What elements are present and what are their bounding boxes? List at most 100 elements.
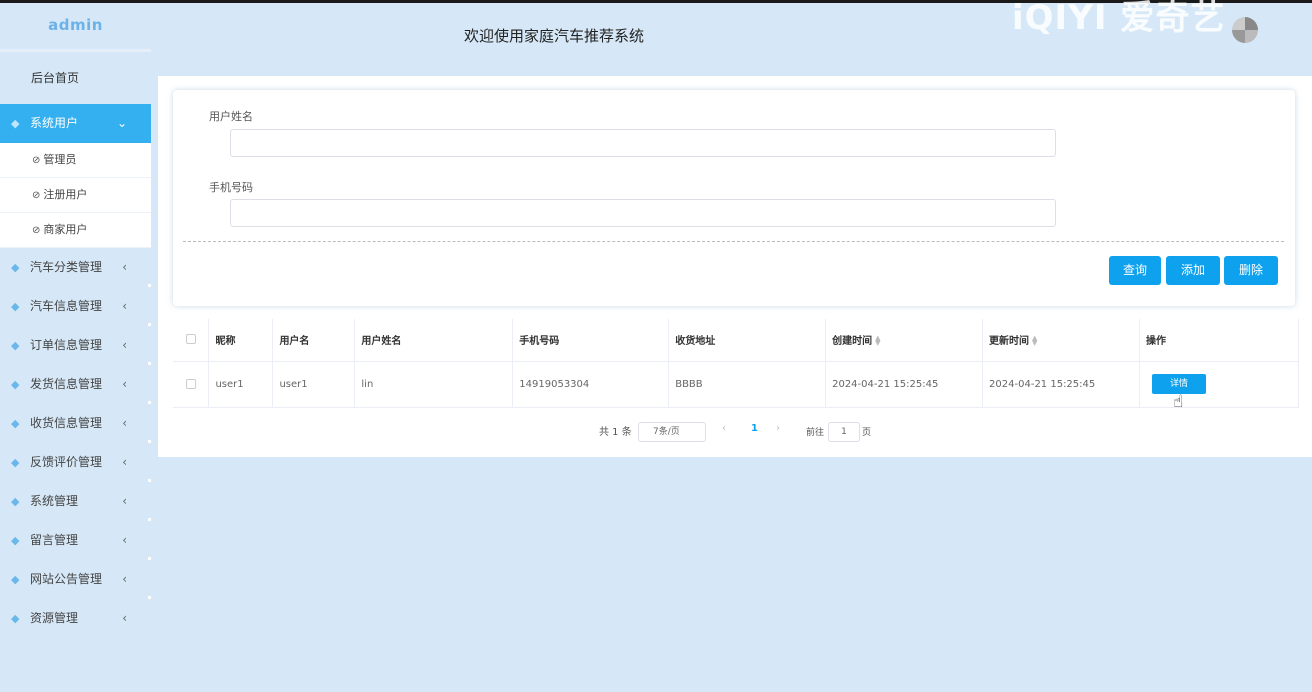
goto-label: 前往 [806, 428, 825, 438]
chevron-left-icon: ‹ [122, 338, 127, 352]
column-header-created[interactable]: 创建时间 ▲ ▼ [825, 319, 984, 362]
diamond-icon: ◆ [11, 261, 20, 274]
sidebar-item-system-users[interactable]: ◆ 系统用户 ⌄ [0, 104, 151, 143]
detail-button[interactable]: 详情 [1152, 374, 1206, 394]
sidebar-item-label: 发货信息管理 [30, 377, 103, 391]
chevron-left-icon: ‹ [122, 533, 127, 547]
sidebar: admin 后台首页 ◆ 系统用户 ⌄ ⊘ 管理员 ⊘ 注册用户 ⊘ 商家用户 ◆ 汽… [0, 3, 151, 692]
sidebar-item-label: 汽车分类管理 [30, 260, 103, 274]
query-button[interactable]: 查询 [1109, 256, 1161, 285]
sidebar-item-label: 系统管理 [30, 494, 79, 508]
phone-field-label: 手机号码 [209, 181, 253, 194]
sidebar-item-shipping-info[interactable]: ◆ 发货信息管理 ‹ [0, 365, 151, 404]
phone-search-input[interactable] [230, 199, 1056, 227]
sidebar-subitem-merchant-users[interactable]: ⊘ 商家用户 [0, 213, 151, 248]
chevron-down-icon: ⌄ [116, 116, 127, 130]
sidebar-item-label: 收货信息管理 [30, 416, 103, 430]
sidebar-item-car-info[interactable]: ◆ 汽车信息管理 ‹ [0, 287, 151, 326]
sidebar-item-label: 系统用户 [30, 116, 79, 130]
cell-address: BBBB [668, 361, 827, 408]
column-header-label: 更新时间 [989, 336, 1030, 348]
cell-created: 2024-04-21 15:25:45 [825, 361, 984, 408]
add-button[interactable]: 添加 [1166, 256, 1220, 285]
sidebar-item-order-info[interactable]: ◆ 订单信息管理 ‹ [0, 326, 151, 365]
sidebar-item-label: 留言管理 [30, 533, 79, 547]
chevron-left-icon: ‹ [122, 416, 127, 430]
diamond-icon: ◆ [11, 456, 20, 469]
check-circle-icon: ⊘ [32, 225, 41, 236]
next-page-icon[interactable]: › [776, 423, 780, 434]
loading-spinner-icon [1232, 17, 1258, 43]
table-row: user1 user1 lin 14919053304 BBBB 2024-04… [173, 361, 1299, 408]
sidebar-item-announcements[interactable]: ◆ 网站公告管理 ‹ [0, 560, 151, 599]
column-header-updated[interactable]: 更新时间 ▲ ▼ [982, 319, 1140, 362]
prev-page-icon[interactable]: ‹ [722, 423, 726, 434]
diamond-icon: ◆ [11, 534, 20, 547]
sidebar-subitem-label: 注册用户 [43, 188, 88, 201]
diamond-icon: ◆ [11, 417, 20, 430]
page-number-current[interactable]: 1 [751, 423, 758, 434]
sort-icon[interactable]: ▲ ▼ [1032, 335, 1037, 347]
sidebar-item-system[interactable]: ◆ 系统管理 ‹ [0, 482, 151, 521]
chevron-left-icon: ‹ [122, 611, 127, 625]
cell-nickname: user1 [208, 361, 274, 408]
pagination-total: 共 1 条 [599, 427, 632, 438]
form-divider [183, 241, 1284, 242]
sidebar-item-label: 订单信息管理 [30, 338, 103, 352]
sidebar-item-resources[interactable]: ◆ 资源管理 ‹ [0, 599, 151, 638]
diamond-icon: ◆ [11, 117, 20, 130]
chevron-left-icon: ‹ [122, 260, 127, 274]
sidebar-item-receiving-info[interactable]: ◆ 收货信息管理 ‹ [0, 404, 151, 443]
sidebar-item-messages[interactable]: ◆ 留言管理 ‹ [0, 521, 151, 560]
cell-phone: 14919053304 [512, 361, 670, 408]
video-watermark: iQIYI 爱奇艺 [1012, 0, 1226, 38]
sort-icon[interactable]: ▲ ▼ [875, 335, 880, 347]
row-checkbox[interactable] [185, 378, 196, 389]
check-circle-icon: ⊘ [32, 190, 41, 201]
row-select-cell [173, 361, 210, 408]
chevron-left-icon: ‹ [122, 572, 127, 586]
select-all-cell [173, 319, 210, 362]
column-header-nickname: 昵称 [208, 319, 274, 362]
chevron-left-icon: ‹ [122, 299, 127, 313]
column-header-phone: 手机号码 [512, 319, 670, 362]
hand-cursor-icon: ☝ [1173, 392, 1184, 412]
diamond-icon: ◆ [11, 378, 20, 391]
delete-button[interactable]: 删除 [1224, 256, 1278, 285]
users-table: 昵称 用户名 用户姓名 手机号码 收货地址 创建时间 ▲ ▼ 更新时间 ▲ ▼ 操作 u… [173, 319, 1299, 408]
chevron-left-icon: ‹ [122, 494, 127, 508]
sidebar-item-label: 汽车信息管理 [30, 299, 103, 313]
cell-username: user1 [272, 361, 356, 408]
sidebar-item-feedback[interactable]: ◆ 反馈评价管理 ‹ [0, 443, 151, 482]
diamond-icon: ◆ [11, 495, 20, 508]
column-header-actions: 操作 [1139, 319, 1299, 362]
chevron-left-icon: ‹ [122, 455, 127, 469]
name-field-label: 用户姓名 [209, 110, 253, 123]
select-all-checkbox[interactable] [185, 334, 196, 345]
cell-actions: 详情 [1139, 361, 1299, 408]
sidebar-item-label: 资源管理 [30, 611, 79, 625]
sidebar-item-car-category[interactable]: ◆ 汽车分类管理 ‹ [0, 248, 151, 287]
column-header-realname: 用户姓名 [354, 319, 514, 362]
column-header-username: 用户名 [272, 319, 356, 362]
sidebar-subitem-admin[interactable]: ⊘ 管理员 [0, 143, 151, 178]
diamond-icon: ◆ [11, 573, 20, 586]
diamond-icon: ◆ [11, 300, 20, 313]
page-suffix-label: 页 [862, 428, 872, 438]
sidebar-subitem-label: 商家用户 [43, 223, 88, 236]
name-search-input[interactable] [230, 129, 1056, 157]
sidebar-item-home[interactable]: 后台首页 [0, 52, 151, 104]
diamond-icon: ◆ [11, 339, 20, 352]
table-header-row: 昵称 用户名 用户姓名 手机号码 收货地址 创建时间 ▲ ▼ 更新时间 ▲ ▼ 操作 [173, 319, 1299, 362]
chevron-left-icon: ‹ [122, 377, 127, 391]
column-header-label: 创建时间 [832, 336, 873, 348]
brand-name: admin [48, 16, 103, 34]
page-size-select[interactable]: 7条/页 [638, 422, 706, 442]
sidebar-item-label: 反馈评价管理 [30, 455, 103, 469]
goto-page-input[interactable]: 1 [828, 422, 860, 442]
page-title: 欢迎使用家庭汽车推荐系统 [464, 27, 645, 45]
cell-updated: 2024-04-21 15:25:45 [982, 361, 1140, 408]
cell-realname: lin [354, 361, 514, 408]
diamond-icon: ◆ [11, 612, 20, 625]
sidebar-subitem-registered-users[interactable]: ⊘ 注册用户 [0, 178, 151, 213]
